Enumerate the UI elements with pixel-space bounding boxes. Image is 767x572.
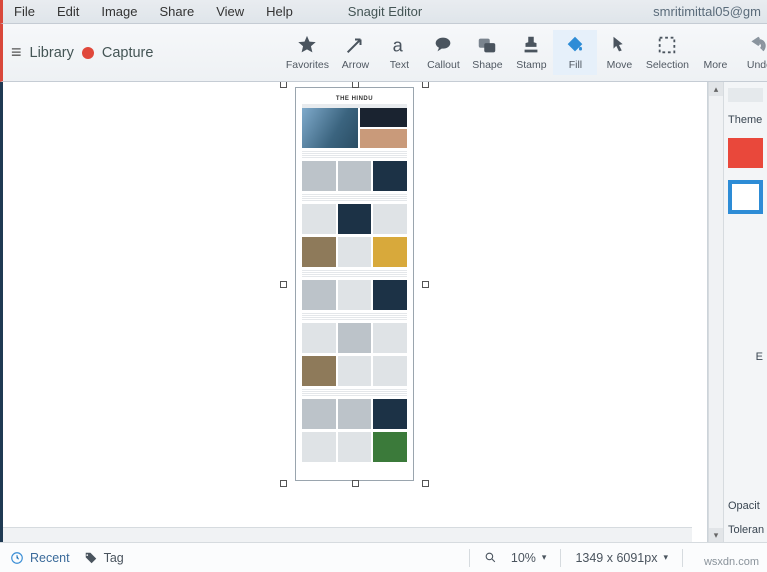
e-label: E <box>728 351 763 363</box>
menu-share[interactable]: Share <box>149 4 206 19</box>
fill-icon <box>564 34 586 56</box>
resize-handle[interactable] <box>352 480 359 487</box>
menu-view[interactable]: View <box>205 4 255 19</box>
opacity-label: Opacit <box>728 500 763 512</box>
callout-icon <box>432 34 454 56</box>
panel-header <box>728 88 763 102</box>
move-icon <box>608 34 630 56</box>
chevron-down-icon: ▾ <box>663 552 668 563</box>
star-icon <box>296 34 318 56</box>
menu-file[interactable]: File <box>3 4 46 19</box>
resize-handle[interactable] <box>280 281 287 288</box>
tool-text[interactable]: aText <box>377 30 421 75</box>
tool-arrow[interactable]: Arrow <box>333 30 377 75</box>
scroll-down-icon[interactable]: ▾ <box>709 528 723 542</box>
resize-handle[interactable] <box>422 281 429 288</box>
resize-handle[interactable] <box>422 82 429 88</box>
zoom-tool[interactable] <box>484 551 497 564</box>
tolerance-label: Toleran <box>728 524 763 536</box>
menu-edit[interactable]: Edit <box>46 4 90 19</box>
resize-handle[interactable] <box>422 480 429 487</box>
color-swatch-red[interactable] <box>728 138 763 168</box>
chevron-down-icon: ▾ <box>542 552 547 563</box>
watermark: wsxdn.com <box>704 556 759 568</box>
tag-button[interactable]: Tag <box>84 551 124 565</box>
text-icon: a <box>388 34 410 56</box>
arrow-icon <box>344 34 366 56</box>
masthead: THE HINDU <box>302 94 407 104</box>
tool-undo[interactable]: Undo <box>737 30 767 75</box>
clock-icon <box>10 551 24 565</box>
tool-favorites[interactable]: Favorites <box>281 30 333 75</box>
tool-fill[interactable]: Fill <box>553 30 597 75</box>
resize-handle[interactable] <box>280 82 287 88</box>
zoom-level[interactable]: 10%▾ <box>511 551 547 565</box>
menu-help[interactable]: Help <box>255 4 304 19</box>
record-icon <box>82 47 94 59</box>
dimensions-readout[interactable]: 1349 x 6091px▾ <box>575 551 668 565</box>
color-swatch-outline[interactable] <box>728 180 763 214</box>
resize-handle[interactable] <box>352 82 359 88</box>
shape-icon <box>476 34 498 56</box>
capture-button[interactable]: Capture <box>102 45 154 61</box>
svg-text:a: a <box>393 34 404 55</box>
magnify-icon <box>484 551 497 564</box>
tool-selection[interactable]: Selection <box>641 30 693 75</box>
user-account[interactable]: smritimittal05@gm <box>653 4 761 19</box>
hamburger-icon[interactable]: ≡ <box>11 42 22 63</box>
resize-handle[interactable] <box>280 480 287 487</box>
recent-button[interactable]: Recent <box>10 551 70 565</box>
library-button[interactable]: Library <box>30 45 74 61</box>
scrollbar-vertical[interactable]: ▴ ▾ <box>708 82 723 542</box>
menu-image[interactable]: Image <box>90 4 148 19</box>
selected-image[interactable]: THE HINDU <box>283 84 426 484</box>
tool-stamp[interactable]: Stamp <box>509 30 553 75</box>
undo-icon <box>748 34 767 56</box>
app-title: Snagit Editor <box>348 4 422 19</box>
capture-content: THE HINDU <box>302 94 407 474</box>
canvas[interactable]: THE HINDU <box>3 82 708 542</box>
scrollbar-horizontal[interactable] <box>3 527 692 542</box>
tool-more[interactable]: More <box>693 30 737 75</box>
scroll-up-icon[interactable]: ▴ <box>709 82 723 96</box>
theme-label: Theme <box>728 114 763 126</box>
tag-icon <box>84 551 98 565</box>
selection-icon <box>656 34 678 56</box>
tool-move[interactable]: Move <box>597 30 641 75</box>
properties-panel: Theme E Opacit Toleran <box>723 82 767 542</box>
tool-callout[interactable]: Callout <box>421 30 465 75</box>
stamp-icon <box>520 34 542 56</box>
tool-shape[interactable]: Shape <box>465 30 509 75</box>
